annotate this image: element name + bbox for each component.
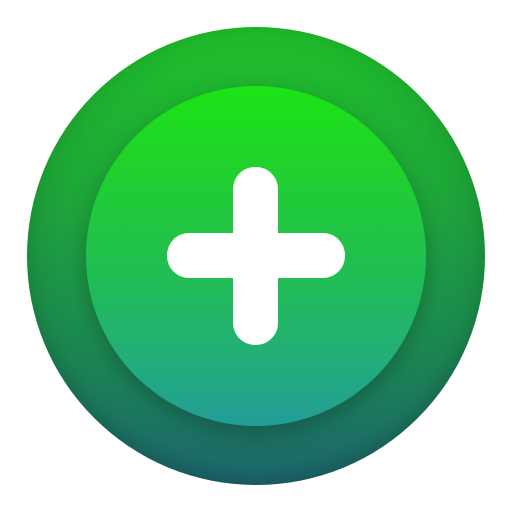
plus-horizontal-bar — [167, 233, 345, 278]
plus-icon — [0, 0, 512, 512]
app-icon-canvas — [0, 0, 512, 512]
